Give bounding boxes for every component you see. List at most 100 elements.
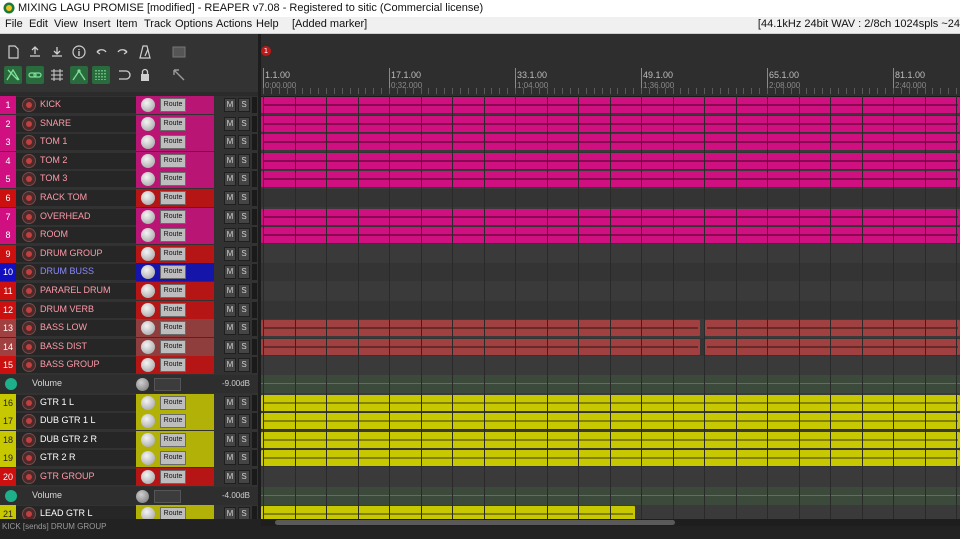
track-number[interactable]: 15 — [0, 356, 16, 374]
timeline-ruler[interactable]: 1 1.1.00 0:00.000 17.1.00 0:32.000 33.1.00 1:… — [261, 34, 960, 97]
track-name[interactable]: TOM 3 — [40, 173, 67, 183]
volume-knob[interactable] — [141, 303, 155, 317]
mute-button[interactable]: M — [224, 303, 236, 317]
track-row[interactable]: 3 TOM 1 Route M S — [0, 133, 258, 151]
record-arm-button[interactable] — [22, 358, 36, 372]
route-button[interactable]: Route — [160, 396, 186, 410]
track-row[interactable]: 19 GTR 2 R Route M S — [0, 449, 258, 467]
route-button[interactable]: Route — [160, 340, 186, 354]
volume-knob[interactable] — [141, 117, 155, 131]
solo-button[interactable]: S — [238, 191, 250, 205]
track-name[interactable]: RACK TOM — [40, 192, 87, 202]
track-row[interactable]: 6 RACK TOM Route M S — [0, 189, 258, 207]
record-arm-button[interactable] — [22, 210, 36, 224]
track-name[interactable]: PARAREL DRUM — [40, 285, 111, 295]
track-name[interactable]: DRUM VERB — [40, 304, 94, 314]
volume-knob[interactable] — [141, 228, 155, 242]
track-number[interactable]: 16 — [0, 394, 16, 412]
solo-button[interactable]: S — [238, 284, 250, 298]
track-row[interactable]: 7 OVERHEAD Route M S — [0, 208, 258, 226]
track-name[interactable]: OVERHEAD — [40, 211, 91, 221]
track-number[interactable]: 3 — [0, 133, 16, 151]
mute-button[interactable]: M — [224, 433, 236, 447]
route-button[interactable]: Route — [160, 433, 186, 447]
route-button[interactable]: Route — [160, 172, 186, 186]
project-settings-icon[interactable] — [70, 43, 88, 61]
media-item[interactable] — [705, 339, 960, 355]
media-item[interactable] — [705, 320, 960, 336]
mute-button[interactable]: M — [224, 284, 236, 298]
track-number[interactable]: 13 — [0, 319, 16, 337]
menu-item[interactable]: Item — [116, 18, 137, 30]
track-number[interactable]: 8 — [0, 226, 16, 244]
redo-icon[interactable] — [114, 43, 132, 61]
menu-edit[interactable]: Edit — [29, 18, 48, 30]
route-button[interactable]: Route — [160, 284, 186, 298]
route-button[interactable]: Route — [160, 210, 186, 224]
track-number[interactable]: 17 — [0, 412, 16, 430]
record-arm-button[interactable] — [22, 470, 36, 484]
track-name[interactable]: DUB GTR 1 L — [40, 415, 96, 425]
mute-button[interactable]: M — [224, 396, 236, 410]
track-row[interactable]: 17 DUB GTR 1 L Route M S — [0, 412, 258, 430]
volume-knob[interactable] — [141, 470, 155, 484]
track-number[interactable]: 6 — [0, 189, 16, 207]
route-button[interactable]: Route — [160, 321, 186, 335]
mute-button[interactable]: M — [224, 98, 236, 112]
mute-button[interactable]: M — [224, 340, 236, 354]
route-button[interactable]: Route — [160, 358, 186, 372]
record-arm-button[interactable] — [22, 340, 36, 354]
volume-knob[interactable] — [141, 340, 155, 354]
volume-knob[interactable] — [141, 284, 155, 298]
volume-knob[interactable] — [141, 414, 155, 428]
record-arm-button[interactable] — [22, 396, 36, 410]
track-number[interactable]: 11 — [0, 282, 16, 300]
solo-button[interactable]: S — [238, 247, 250, 261]
volume-knob[interactable] — [141, 172, 155, 186]
route-button[interactable]: Route — [160, 247, 186, 261]
envelope-options[interactable] — [154, 490, 181, 503]
menu-insert[interactable]: Insert — [83, 18, 111, 30]
arrange-view[interactable]: 1 1.1.00 0:00.000 17.1.00 0:32.000 33.1.00 1:… — [261, 34, 960, 519]
track-name[interactable]: KICK — [40, 99, 61, 109]
envelope-power-icon[interactable] — [5, 490, 17, 502]
track-name[interactable]: GTR 1 L — [40, 397, 74, 407]
solo-button[interactable]: S — [238, 98, 250, 112]
record-arm-button[interactable] — [22, 451, 36, 465]
metronome-icon[interactable] — [136, 43, 154, 61]
solo-button[interactable]: S — [238, 470, 250, 484]
track-row[interactable]: 14 BASS DIST Route M S — [0, 338, 258, 356]
route-button[interactable]: Route — [160, 135, 186, 149]
record-arm-button[interactable] — [22, 284, 36, 298]
scrollbar-thumb[interactable] — [275, 520, 675, 525]
mute-button[interactable]: M — [224, 321, 236, 335]
route-button[interactable]: Route — [160, 451, 186, 465]
track-name[interactable]: DRUM GROUP — [40, 248, 103, 258]
track-row[interactable]: 5 TOM 3 Route M S — [0, 170, 258, 188]
track-number[interactable]: 12 — [0, 301, 16, 319]
solo-button[interactable]: S — [238, 154, 250, 168]
solo-button[interactable]: S — [238, 451, 250, 465]
mute-button[interactable]: M — [224, 135, 236, 149]
track-number[interactable]: 14 — [0, 338, 16, 356]
mute-button[interactable]: M — [224, 247, 236, 261]
track-name[interactable]: TOM 2 — [40, 155, 67, 165]
record-arm-button[interactable] — [22, 265, 36, 279]
menu-actions[interactable]: Actions — [216, 18, 252, 30]
mute-button[interactable]: M — [224, 154, 236, 168]
record-arm-button[interactable] — [22, 135, 36, 149]
record-arm-button[interactable] — [22, 98, 36, 112]
route-button[interactable]: Route — [160, 470, 186, 484]
volume-knob[interactable] — [141, 98, 155, 112]
loop-icon[interactable] — [114, 66, 132, 84]
solo-button[interactable]: S — [238, 135, 250, 149]
track-number[interactable]: 18 — [0, 431, 16, 449]
volume-knob[interactable] — [141, 433, 155, 447]
envelope-knob[interactable] — [136, 490, 149, 503]
track-number[interactable]: 9 — [0, 245, 16, 263]
track-number[interactable]: 4 — [0, 152, 16, 170]
track-row[interactable]: 18 DUB GTR 2 R Route M S — [0, 431, 258, 449]
track-number[interactable]: 1 — [0, 96, 16, 114]
mute-button[interactable]: M — [224, 210, 236, 224]
track-name[interactable]: BASS LOW — [40, 322, 87, 332]
